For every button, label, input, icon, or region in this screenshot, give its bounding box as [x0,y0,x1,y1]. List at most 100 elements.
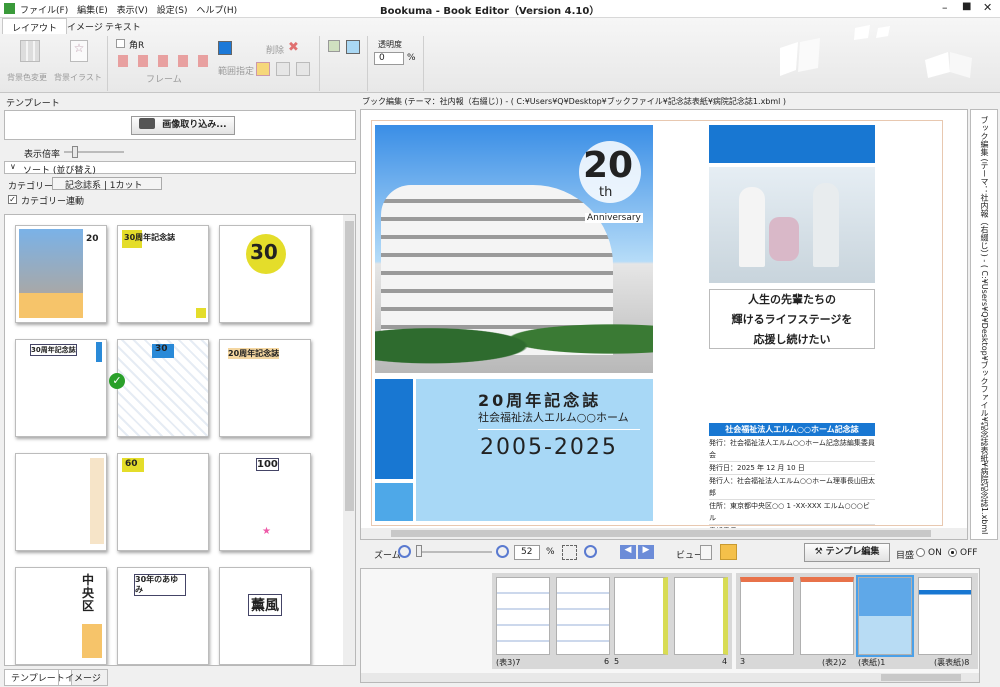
slogan-line: 応援し続けたい [753,333,831,346]
frame-group: 角R フレーム 削除 ✖ 範囲指定 [110,36,320,91]
delete-icon[interactable]: ✖ [288,40,299,55]
template-thumb[interactable]: 中央区 [15,567,107,665]
template-thumb[interactable]: 30周年記念誌 [117,225,209,323]
grid-scrollbar[interactable] [343,215,355,665]
zoom-value-input[interactable]: 52 [514,545,540,560]
template-thumb[interactable]: 30 [219,225,311,323]
tab-text[interactable]: テキスト [96,18,150,34]
guide-off-radio[interactable] [948,548,957,557]
menu-view[interactable]: 表示(V) [117,6,148,16]
anniversary-th: th [599,185,613,200]
template-thumb[interactable]: 100 ★ [219,453,311,551]
book-view-icon[interactable] [720,544,737,560]
left-tab-image[interactable]: イメージ [58,669,108,686]
next-page-icon[interactable]: ▶ [638,545,654,559]
slogan-box: 人生の先輩たちの 輝けるライフステージを 応援し続けたい [709,289,875,349]
back-top-bar [709,125,875,163]
bg-color-icon[interactable] [20,40,40,62]
menu-help[interactable]: ヘルプ(H) [196,6,237,16]
cover-divider [478,429,640,430]
blue-block-1 [375,379,413,479]
template-edit-button[interactable]: ⚒ テンプレ編集 [804,543,890,562]
slider-thumb[interactable] [72,146,78,158]
title-panel: 20周年記念誌 社会福祉法人エルム○○ホーム 2005-2025 [416,379,653,521]
info-line: 発行人：社会福祉法人エルム○○ホーム理事長山田太郎 [709,475,875,500]
page-thumb[interactable] [614,577,668,655]
display-zoom-slider[interactable] [64,146,124,158]
category-link-checkbox[interactable]: ✓ [8,195,17,204]
zoom-slider-thumb[interactable] [416,545,422,557]
scroll-thumb[interactable] [345,221,354,511]
menu-bar: ファイル(F) 編集(E) 表示(V) 設定(S) ヘルプ(H) [20,3,243,16]
menu-settings[interactable]: 設定(S) [157,6,188,16]
info-line: 発行日：2025 年 12 月 10 日 [709,462,875,475]
zoom-in-icon[interactable] [496,545,509,558]
thumb-title: 30周年記念誌 [124,233,176,242]
page-strip-scrollbar[interactable] [361,673,979,682]
zoom-out-icon[interactable] [398,545,411,558]
info-line: 住所：東京都中央区○○ 1 -XX-XXX エルム○○○ビル [709,500,875,525]
prev-page-icon[interactable]: ◀ [620,545,636,559]
thumb-title: 20周年記念誌 [228,348,280,359]
page-thumb[interactable] [674,577,728,655]
bg-illust-icon[interactable]: ☆ [70,40,88,62]
range-icon-3[interactable] [296,62,310,76]
page-thumb[interactable] [556,577,610,655]
opacity-group: 透明度 0 % [370,36,424,91]
template-edit-label: テンプレ編集 [825,547,880,557]
corner-label: 角R [129,41,145,51]
bg-color-label[interactable]: 背景色変更 [7,72,47,83]
page-thumb[interactable] [496,577,550,655]
zoom-slider[interactable] [416,545,492,557]
guide-label: 目盛 [896,551,915,561]
category-dropdown[interactable]: 記念誌系 | 1カット [52,177,162,191]
title-bar: ファイル(F) 編集(E) 表示(V) 設定(S) ヘルプ(H) Bookuma… [0,0,1000,18]
range-icon-2[interactable] [276,62,290,76]
page-label: (裏表紙)8 [934,658,970,667]
opacity-label: 透明度 [378,40,402,49]
fit-page-icon[interactable] [562,545,577,560]
thumb-title: 中央区 [82,573,95,613]
sort-expander[interactable]: ∨ ソート (並び替え) [4,161,356,176]
paint-icon[interactable] [328,40,340,52]
editor-path: ブック編集 (テーマ：社内報（右綴じ）) - ( C:¥Users¥Q¥Desk… [362,97,787,106]
magnifier-icon[interactable] [584,545,597,558]
opacity-input[interactable]: 0 [374,52,404,65]
page-thumb[interactable] [740,577,794,655]
menu-edit[interactable]: 編集(E) [77,6,108,16]
menu-file[interactable]: ファイル(F) [20,6,68,16]
single-page-view-icon[interactable] [700,545,712,560]
import-image-button[interactable]: 画像取り込み... [131,116,235,135]
template-thumb[interactable]: 60 [117,453,209,551]
page-thumb[interactable] [800,577,854,655]
page-scroll-thumb[interactable] [881,674,961,681]
maximize-icon[interactable]: ■ [962,1,971,12]
template-thumb[interactable] [15,453,107,551]
fill-color-picker[interactable] [346,40,360,54]
page-thumb[interactable] [918,577,972,655]
h-scroll-thumb[interactable] [391,530,931,537]
minimize-icon[interactable]: – [942,1,948,14]
guide-on-radio[interactable] [916,548,925,557]
bg-illust-label[interactable]: 背景イラスト [54,72,102,83]
template-thumb[interactable]: 20周年記念誌 [219,339,311,437]
page-label: 5 [614,657,620,666]
template-thumb[interactable]: 30 [117,339,209,437]
page-label: 3 [740,657,746,666]
canvas-h-scrollbar[interactable] [361,528,967,539]
template-thumb[interactable]: 30周年記念誌 [15,339,107,437]
frame-style-icons[interactable] [118,55,213,67]
page-label: (表紙)1 [858,658,886,667]
close-icon[interactable]: ✕ [983,1,992,14]
range-icon-1[interactable] [256,62,270,76]
thumb-title: 30周年記念誌 [30,344,77,356]
template-thumb[interactable]: 薰風 [219,567,311,665]
side-path-text: ブック編集 (テーマ：社内報（右綴じ）) - ( C:¥Users¥Q¥Desk… [980,116,989,536]
template-thumb[interactable]: 30年のあゆみ [117,567,209,665]
template-thumb[interactable]: 20 [15,225,107,323]
page-thumb-selected[interactable] [856,575,914,657]
star-icon: ★ [262,526,271,537]
page-label: 6 [604,657,610,666]
corner-checkbox[interactable] [116,39,125,48]
frame-color-picker[interactable] [218,41,232,55]
